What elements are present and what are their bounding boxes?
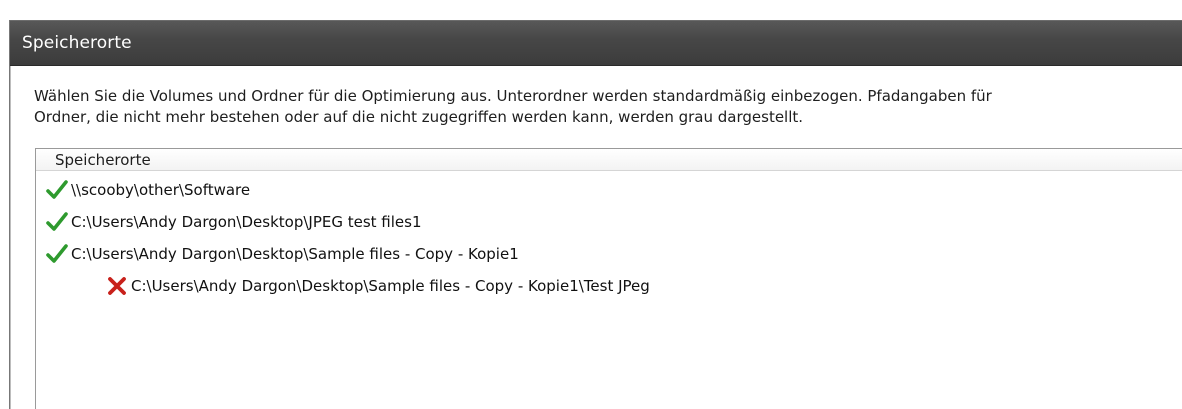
- locations-rows: \\scooby\other\Software C:\Users\Andy Da…: [36, 171, 1182, 302]
- check-icon: [46, 179, 68, 201]
- location-path: \\scooby\other\Software: [71, 181, 251, 199]
- location-path: C:\Users\Andy Dargon\Desktop\Sample file…: [131, 277, 650, 295]
- location-path: C:\Users\Andy Dargon\Desktop\JPEG test f…: [71, 213, 422, 231]
- dialog-title: Speicherorte: [22, 33, 132, 53]
- column-header-locations[interactable]: Speicherorte: [36, 149, 1182, 171]
- locations-list[interactable]: Speicherorte \\scooby\other\Software C:\…: [35, 148, 1182, 409]
- instructions-line-1: Wählen Sie die Volumes und Ordner für di…: [34, 87, 992, 105]
- cross-icon: [106, 275, 128, 297]
- location-row[interactable]: C:\Users\Andy Dargon\Desktop\Sample file…: [36, 270, 1182, 302]
- check-icon: [46, 211, 68, 233]
- location-row[interactable]: \\scooby\other\Software: [36, 174, 1182, 206]
- instructions-line-2: Ordner, die nicht mehr bestehen oder auf…: [34, 108, 804, 126]
- locations-dialog: Speicherorte Wählen Sie die Volumes und …: [10, 20, 1182, 409]
- dialog-body: Wählen Sie die Volumes und Ordner für di…: [10, 66, 1182, 409]
- check-icon: [46, 243, 68, 265]
- instructions-text: Wählen Sie die Volumes und Ordner für di…: [34, 86, 1182, 128]
- title-bar[interactable]: Speicherorte: [10, 20, 1182, 66]
- location-row[interactable]: C:\Users\Andy Dargon\Desktop\Sample file…: [36, 238, 1182, 270]
- column-header-label: Speicherorte: [55, 150, 151, 169]
- location-path: C:\Users\Andy Dargon\Desktop\Sample file…: [71, 245, 519, 263]
- location-row[interactable]: C:\Users\Andy Dargon\Desktop\JPEG test f…: [36, 206, 1182, 238]
